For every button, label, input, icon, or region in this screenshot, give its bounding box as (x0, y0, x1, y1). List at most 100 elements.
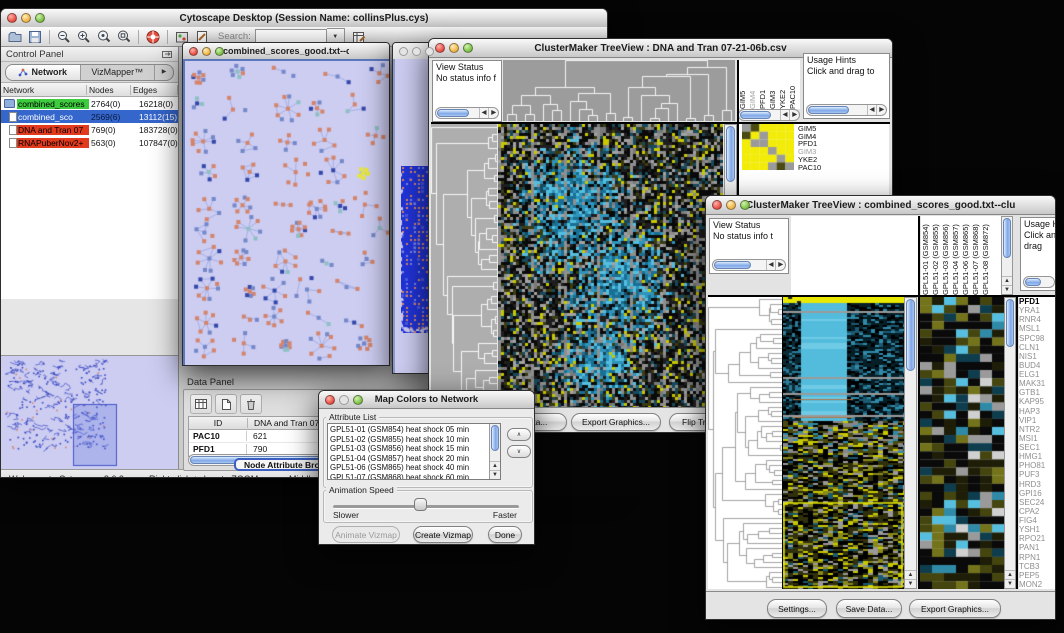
column-label[interactable]: GPL51-02 (GSM855) (931, 216, 941, 295)
dp-col-id[interactable]: ID (189, 418, 247, 428)
gene-label[interactable]: ELG1 (1019, 370, 1056, 379)
gene-label[interactable]: HAP3 (1019, 407, 1056, 416)
gene-label[interactable]: YSH1 (1019, 525, 1056, 534)
close-button[interactable] (712, 200, 722, 210)
open-session-button[interactable] (5, 28, 25, 45)
column-label[interactable]: GIM3 (768, 60, 778, 109)
column-label[interactable]: GPL51-07 (GSM868) (971, 216, 981, 295)
zoom-in-button[interactable] (74, 28, 94, 45)
help-button[interactable] (143, 28, 163, 45)
float-panel-icon[interactable] (161, 49, 173, 59)
tab-overflow-button[interactable]: ▶ (154, 65, 173, 80)
row-dendrogram[interactable] (708, 297, 782, 589)
zoom-button[interactable] (425, 47, 434, 56)
gene-label[interactable]: SPC98 (1019, 334, 1056, 343)
column-label[interactable]: GPL51-03 (GSM856) (941, 216, 951, 295)
treeview2-titlebar[interactable]: ClusterMaker TreeView : combined_scores_… (706, 196, 1055, 215)
view-status-scrollbar[interactable]: ◀▶ (435, 107, 499, 119)
gene-label[interactable]: HMG1 (1019, 452, 1056, 461)
move-up-button[interactable]: ∧ (507, 428, 531, 441)
zoom-hscrollbar[interactable]: ◀▶ (738, 109, 800, 121)
zoom-heatmap-canvas[interactable] (920, 297, 1004, 589)
column-label[interactable]: GPL51-06 (GSM865) (961, 216, 971, 295)
column-label[interactable]: PFD1 (758, 60, 768, 109)
zoom-button[interactable] (35, 13, 45, 23)
gene-list-scrollbar[interactable]: ▲▼ (1004, 297, 1016, 589)
network-table-row[interactable]: combined_scores 2764(0) 16218(0) (1, 97, 178, 110)
delete-attribute-button[interactable] (240, 394, 262, 414)
gene-label[interactable]: MON2 (1019, 580, 1056, 589)
gene-label[interactable]: KAP95 (1019, 397, 1056, 406)
gene-label[interactable]: YRA1 (1019, 306, 1056, 315)
column-label[interactable]: GIM4 (748, 60, 758, 109)
gene-label[interactable]: SEC24 (1019, 498, 1056, 507)
zoom-matrix-canvas[interactable] (742, 124, 794, 170)
zoom-button[interactable] (215, 47, 224, 56)
zoom-out-button[interactable] (54, 28, 74, 45)
attribute-item[interactable]: GPL51-03 (GSM856) heat shock 15 min (328, 444, 489, 454)
attribute-item[interactable]: GPL51-06 (GSM865) heat shock 40 min (328, 463, 489, 473)
move-down-button[interactable]: ∨ (507, 445, 531, 458)
attribute-item[interactable]: GPL51-07 (GSM868) heat shock 60 min (328, 473, 489, 480)
export-graphics-button[interactable]: Export Graphics... (571, 413, 661, 431)
select-attributes-button[interactable] (190, 394, 212, 414)
heatmap-canvas[interactable] (498, 124, 723, 407)
global-heatmap-canvas[interactable] (783, 297, 904, 589)
close-button[interactable] (7, 13, 17, 23)
save-session-button[interactable] (25, 28, 45, 45)
tab-vizmapper[interactable]: VizMapper™ (81, 65, 155, 80)
column-label[interactable]: GPL51-08 (GSM872) (981, 216, 991, 295)
gene-label[interactable]: MSI1 (1019, 434, 1056, 443)
close-button[interactable] (399, 47, 408, 56)
column-label[interactable]: GIM5 (738, 60, 748, 109)
gene-label[interactable]: PHO81 (1019, 461, 1056, 470)
column-labels-scrollbar[interactable]: ▲▼ (1001, 216, 1013, 295)
network-canvas[interactable] (185, 61, 389, 365)
column-header[interactable]: Network (1, 85, 87, 95)
gene-label[interactable]: PAC10 (798, 164, 821, 172)
network-view-titlebar[interactable]: combined_scores_good.txt--cluste... (183, 43, 389, 60)
save-data-button[interactable]: Save Data... (836, 599, 902, 618)
gene-label[interactable]: RNR4 (1019, 315, 1056, 324)
column-header[interactable]: Edges (131, 85, 178, 95)
gene-label[interactable]: TCB3 (1019, 562, 1056, 571)
zoom-fit-button[interactable] (114, 28, 134, 45)
close-button[interactable] (189, 47, 198, 56)
minimize-button[interactable] (21, 13, 31, 23)
new-attribute-button[interactable] (215, 394, 237, 414)
export-graphics-button[interactable]: Export Graphics... (909, 599, 1001, 618)
gene-label[interactable]: GTB1 (1019, 388, 1056, 397)
main-titlebar[interactable]: Cytoscape Desktop (Session Name: collins… (1, 9, 607, 28)
gene-label[interactable]: VIP1 (1019, 416, 1056, 425)
gene-label[interactable]: HRD3 (1019, 480, 1056, 489)
gene-label[interactable]: CLN1 (1019, 343, 1056, 352)
column-dendrogram[interactable] (503, 60, 735, 121)
done-button[interactable]: Done (488, 526, 522, 543)
settings-button[interactable]: Settings... (767, 599, 827, 618)
zoom-button[interactable] (463, 43, 473, 53)
column-label[interactable]: GPL51-04 (GSM857) (951, 216, 961, 295)
gene-label[interactable]: BUD4 (1019, 361, 1056, 370)
attribute-item[interactable]: GPL51-01 (GSM854) heat shock 05 min (328, 425, 489, 435)
view-status-scrollbar[interactable]: ◀▶ (712, 259, 786, 271)
animate-vizmap-button[interactable]: Animate Vizmap (332, 526, 400, 543)
minimize-button[interactable] (412, 47, 421, 56)
column-label[interactable]: PAC10 (788, 60, 798, 109)
gene-label[interactable]: MSL1 (1019, 324, 1056, 333)
zoom-button[interactable] (353, 395, 363, 405)
minimize-button[interactable] (339, 395, 349, 405)
birdseye-view[interactable] (1, 355, 178, 469)
gene-label[interactable]: RPO21 (1019, 534, 1056, 543)
close-button[interactable] (435, 43, 445, 53)
heatmap-vscrollbar[interactable]: ▲▼ (904, 297, 917, 589)
create-vizmap-button[interactable]: Create Vizmap (413, 526, 473, 543)
gene-label[interactable]: PEP5 (1019, 571, 1056, 580)
minimize-button[interactable] (449, 43, 459, 53)
usage-hints-scrollbar[interactable] (1023, 276, 1055, 288)
speed-slider-thumb[interactable] (414, 498, 427, 511)
column-header[interactable]: Nodes (87, 85, 131, 95)
gene-label[interactable]: PAN1 (1019, 543, 1056, 552)
gene-label[interactable]: NIS1 (1019, 352, 1056, 361)
network-table-row[interactable]: RNAPuberNov2+ 563(0) 107847(0) (1, 136, 178, 149)
zoom-button[interactable] (740, 200, 750, 210)
